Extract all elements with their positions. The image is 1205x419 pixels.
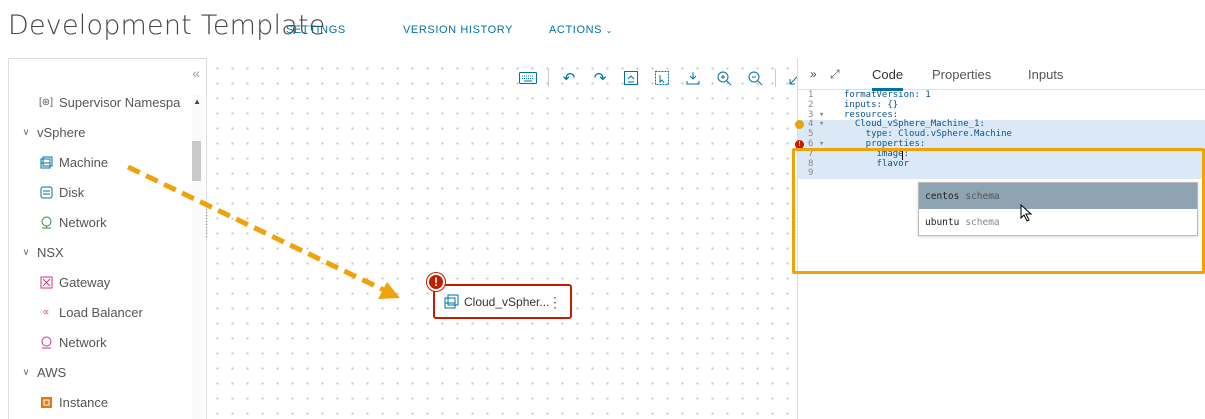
- zoom-in-icon[interactable]: [713, 67, 735, 89]
- redo-icon[interactable]: ↷: [589, 67, 611, 89]
- splitter-grip: [205, 208, 208, 238]
- tab-inputs[interactable]: Inputs: [1028, 67, 1063, 82]
- palette-item-label: Instance: [59, 394, 109, 410]
- chevron-down-icon: ∨: [22, 126, 30, 138]
- palette-item-load-balancer[interactable]: ∝ Load Balancer: [39, 297, 206, 327]
- page-title: Development Template: [8, 10, 326, 41]
- network-icon: [39, 335, 53, 349]
- disk-icon: [39, 185, 53, 199]
- warning-icon[interactable]: [795, 120, 804, 130]
- editor-tabs-bar: » ⤢ Code Properties Inputs: [798, 58, 1205, 91]
- canvas-node-cloud-vsphere-machine[interactable]: Cloud_vSpher... ⋮: [433, 284, 572, 319]
- palette-item-label: Load Balancer: [59, 304, 143, 320]
- scrollbar-thumb[interactable]: [192, 141, 201, 181]
- palette-item-gateway[interactable]: Gateway: [39, 267, 206, 297]
- expand-panel-icon[interactable]: ⤢: [830, 67, 840, 82]
- fit-icon[interactable]: [620, 67, 642, 89]
- palette-item-label: Network: [59, 214, 107, 230]
- version-history-link[interactable]: VERSION HISTORY: [403, 24, 513, 36]
- chevron-down-icon: ∨: [22, 366, 30, 378]
- category-label: vSphere: [37, 124, 86, 140]
- toolbar-divider: [548, 69, 549, 87]
- select-icon[interactable]: [651, 67, 673, 89]
- actions-link[interactable]: ACTIONS ⌄: [549, 24, 613, 36]
- category-nsx[interactable]: ∨ NSX: [15, 237, 64, 267]
- design-canvas[interactable]: ↶ ↷ Cloud_vSpher... ⋮ !: [204, 58, 803, 419]
- chevron-down-icon: ∨: [22, 246, 30, 258]
- palette-item-disk[interactable]: Disk: [39, 177, 206, 207]
- palette-item-label: Gateway: [59, 274, 111, 290]
- machine-icon: [443, 294, 459, 310]
- page-header: Development Template SETTINGS VERSION HI…: [0, 0, 1205, 50]
- mouse-cursor-icon: [1020, 204, 1033, 222]
- category-vsphere[interactable]: ∨ vSphere: [15, 117, 85, 147]
- instance-icon: [39, 395, 53, 409]
- palette-item-supervisor-namespace[interactable]: [⊛] Supervisor Namespa: [39, 87, 206, 117]
- canvas-toolbar: ↶ ↷: [517, 66, 807, 90]
- error-icon[interactable]: !: [427, 273, 445, 291]
- tab-properties[interactable]: Properties: [932, 67, 991, 82]
- more-options-icon[interactable]: ⋮: [548, 294, 562, 311]
- scroll-up-icon[interactable]: ▲: [193, 97, 201, 106]
- category-aws[interactable]: ∨ AWS: [15, 357, 66, 387]
- palette-item-label: Disk: [59, 184, 85, 200]
- left-splitter[interactable]: [204, 58, 210, 419]
- network-icon: [39, 215, 53, 229]
- load-balancer-icon: ∝: [42, 306, 50, 318]
- node-label: Cloud_vSpher...: [464, 294, 550, 309]
- undo-icon[interactable]: ↶: [558, 67, 580, 89]
- palette-item-instance[interactable]: Instance: [39, 387, 206, 417]
- collapse-panel-icon[interactable]: »: [810, 67, 817, 81]
- category-label: NSX: [37, 244, 64, 260]
- highlight-annotation: [792, 148, 1205, 274]
- zoom-out-icon[interactable]: [744, 67, 766, 89]
- palette-item-machine[interactable]: Machine: [39, 147, 206, 177]
- collapse-palette-icon[interactable]: «: [192, 65, 200, 81]
- palette-item-label: Supervisor Namespa: [59, 94, 181, 110]
- palette-item-label: Machine: [59, 154, 109, 170]
- palette-item-label: Network: [59, 334, 107, 350]
- download-icon[interactable]: [682, 67, 704, 89]
- chevron-down-icon: ⌄: [605, 26, 614, 35]
- settings-link[interactable]: SETTINGS: [286, 24, 346, 36]
- machine-icon: [39, 155, 53, 169]
- palette-item-network-nsx[interactable]: Network: [39, 327, 206, 357]
- component-palette: « [⊛] Supervisor Namespa ∨ vSphere Machi…: [8, 58, 207, 419]
- namespace-icon: [⊛]: [39, 96, 53, 108]
- keyboard-icon[interactable]: [517, 67, 539, 89]
- actions-label: ACTIONS: [549, 24, 603, 36]
- palette-item-network-vsphere[interactable]: Network: [39, 207, 206, 237]
- toolbar-divider: [775, 69, 776, 87]
- tab-code[interactable]: Code: [872, 67, 904, 91]
- category-label: AWS: [37, 364, 67, 380]
- gateway-icon: [39, 275, 53, 289]
